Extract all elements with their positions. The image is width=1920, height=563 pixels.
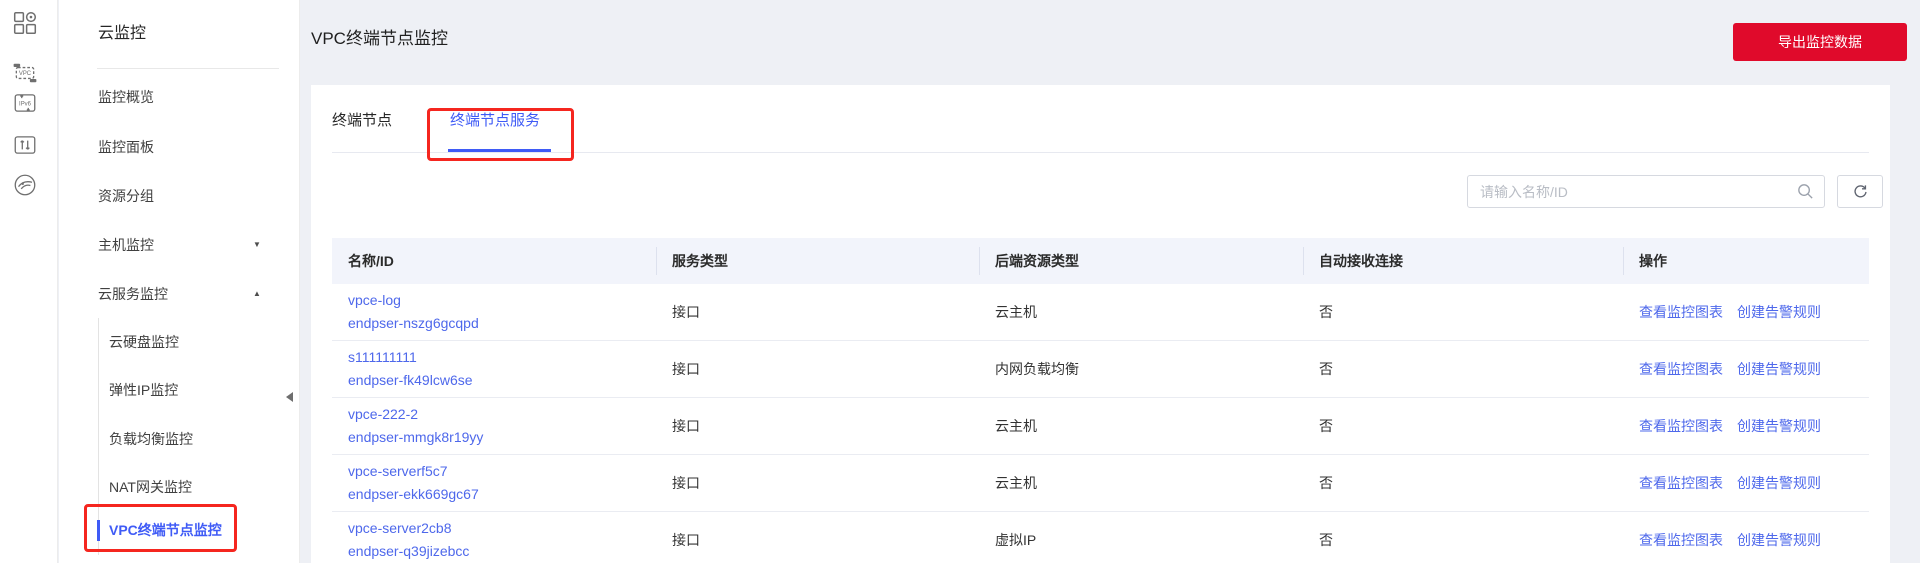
table-row: vpce-serverf5c7 endpser-ekk669gc67 接口 云主… (332, 455, 1869, 512)
actions-cell: 查看监控图表 创建告警规则 (1623, 398, 1869, 454)
sidebar-item-resource-group[interactable]: 资源分组 (98, 185, 268, 207)
view-monitoring-chart-link[interactable]: 查看监控图表 (1639, 416, 1723, 436)
table-row: s111111111 endpser-fk49lcw6se 接口 内网负载均衡 … (332, 341, 1869, 398)
create-alarm-rule-link[interactable]: 创建告警规则 (1737, 530, 1821, 550)
backend-type-cell: 云主机 (995, 475, 1037, 491)
search-input[interactable] (1467, 175, 1825, 208)
sidebar: 云监控 监控概览 监控面板 资源分组 主机监控 ▼ 云服务监控 ▲ 云硬盘监控 … (59, 0, 300, 563)
search-icon[interactable] (1796, 182, 1815, 201)
svg-text:VPC: VPC (19, 71, 32, 77)
create-alarm-rule-link[interactable]: 创建告警规则 (1737, 473, 1821, 493)
endpoint-name-link[interactable]: vpce-server2cb8 (348, 518, 452, 539)
endpoint-id-link[interactable]: endpser-ekk669gc67 (348, 484, 479, 505)
auto-accept-cell: 否 (1319, 532, 1333, 548)
search-box (1467, 175, 1825, 208)
sidebar-item-eip-monitor[interactable]: 弹性IP监控 (109, 379, 279, 401)
endpoint-name-link[interactable]: vpce-log (348, 290, 401, 311)
page-title: VPC终端节点监控 (311, 29, 448, 48)
create-alarm-rule-link[interactable]: 创建告警规则 (1737, 359, 1821, 379)
vpc-icon[interactable]: VPC (12, 60, 38, 86)
sidebar-item-cloud-service-monitor[interactable]: 云服务监控 (98, 283, 268, 305)
endpoint-name-link[interactable]: s111111111 (348, 347, 417, 368)
left-icon-rail: VPC IPv6 (0, 0, 58, 563)
actions-cell: 查看监控图表 创建告警规则 (1623, 455, 1869, 511)
refresh-button[interactable] (1837, 175, 1883, 208)
column-header-actions: 操作 (1623, 238, 1869, 284)
active-item-indicator (97, 520, 100, 541)
chevron-down-icon[interactable]: ▼ (253, 234, 261, 256)
sidebar-collapse-icon[interactable] (286, 392, 293, 402)
backend-type-cell: 内网负载均衡 (995, 361, 1079, 377)
sidebar-item-evs-monitor[interactable]: 云硬盘监控 (109, 331, 279, 353)
service-type-cell: 接口 (672, 361, 700, 377)
name-id-cell: vpce-serverf5c7 endpser-ekk669gc67 (332, 455, 656, 511)
actions-cell: 查看监控图表 创建告警规则 (1623, 284, 1869, 340)
column-header-service-type: 服务类型 (656, 238, 979, 284)
column-header-auto-accept: 自动接收连接 (1303, 238, 1623, 284)
sidebar-divider (97, 68, 279, 69)
table-row: vpce-222-2 endpser-mmgk8r19yy 接口 云主机 否 查… (332, 398, 1869, 455)
service-globe-icon[interactable] (12, 172, 38, 198)
service-type-cell: 接口 (672, 304, 700, 320)
sidebar-title: 云监控 (98, 25, 147, 42)
auto-accept-cell: 否 (1319, 475, 1333, 491)
endpoint-id-link[interactable]: endpser-q39jizebcc (348, 541, 469, 562)
view-monitoring-chart-link[interactable]: 查看监控图表 (1639, 302, 1723, 322)
name-id-cell: vpce-222-2 endpser-mmgk8r19yy (332, 398, 656, 454)
auto-accept-cell: 否 (1319, 304, 1333, 320)
view-monitoring-chart-link[interactable]: 查看监控图表 (1639, 473, 1723, 493)
service-type-cell: 接口 (672, 475, 700, 491)
tabs-divider (332, 152, 1869, 153)
auto-accept-cell: 否 (1319, 361, 1333, 377)
create-alarm-rule-link[interactable]: 创建告警规则 (1737, 416, 1821, 436)
endpoint-id-link[interactable]: endpser-mmgk8r19yy (348, 427, 483, 448)
view-monitoring-chart-link[interactable]: 查看监控图表 (1639, 530, 1723, 550)
backend-type-cell: 虚拟IP (995, 532, 1037, 548)
actions-cell: 查看监控图表 创建告警规则 (1623, 341, 1869, 397)
refresh-icon (1853, 185, 1867, 198)
sidebar-item-monitor-overview[interactable]: 监控概览 (98, 86, 268, 108)
apps-icon[interactable] (12, 10, 38, 36)
name-id-cell: vpce-log endpser-nszg6gcqpd (332, 284, 656, 340)
name-id-cell: s111111111 endpser-fk49lcw6se (332, 341, 656, 397)
ipv6-gateway-icon[interactable]: IPv6 (12, 90, 38, 116)
name-id-cell: vpce-server2cb8 endpser-q39jizebcc (332, 512, 656, 563)
endpoint-id-link[interactable]: endpser-fk49lcw6se (348, 370, 473, 391)
sidebar-item-vpc-endpoint-monitor[interactable]: VPC终端节点监控 (109, 519, 279, 541)
service-type-cell: 接口 (672, 418, 700, 434)
tab-endpoint-service[interactable]: 终端节点服务 (450, 109, 540, 133)
backend-type-cell: 云主机 (995, 304, 1037, 320)
create-alarm-rule-link[interactable]: 创建告警规则 (1737, 302, 1821, 322)
svg-text:IPv6: IPv6 (19, 102, 32, 108)
service-type-cell: 接口 (672, 532, 700, 548)
export-monitor-data-button[interactable]: 导出监控数据 (1733, 23, 1907, 61)
endpoint-service-table: 名称/ID 服务类型 后端资源类型 自动接收连接 操作 vpce-log end… (332, 238, 1869, 563)
table-header: 名称/ID 服务类型 后端资源类型 自动接收连接 操作 (332, 238, 1869, 284)
endpoint-name-link[interactable]: vpce-222-2 (348, 404, 418, 425)
auto-accept-cell: 否 (1319, 418, 1333, 434)
elastic-ip-icon[interactable] (12, 132, 38, 158)
column-header-name-id: 名称/ID (348, 253, 394, 269)
endpoint-name-link[interactable]: vpce-serverf5c7 (348, 461, 448, 482)
backend-type-cell: 云主机 (995, 418, 1037, 434)
content-card: 终端节点 终端节点服务 名称/ID 服务类型 后端资源类型 自动接收连接 操作 … (311, 85, 1890, 563)
table-row: vpce-log endpser-nszg6gcqpd 接口 云主机 否 查看监… (332, 284, 1869, 341)
table-row: vpce-server2cb8 endpser-q39jizebcc 接口 虚拟… (332, 512, 1869, 563)
column-header-backend-type: 后端资源类型 (979, 238, 1303, 284)
tab-endpoint[interactable]: 终端节点 (332, 109, 392, 133)
sidebar-item-monitor-panel[interactable]: 监控面板 (98, 136, 268, 158)
sidebar-item-host-monitor[interactable]: 主机监控 (98, 234, 268, 256)
actions-cell: 查看监控图表 创建告警规则 (1623, 512, 1869, 563)
sidebar-item-nat-monitor[interactable]: NAT网关监控 (109, 476, 279, 498)
sidebar-item-elb-monitor[interactable]: 负载均衡监控 (109, 428, 279, 450)
view-monitoring-chart-link[interactable]: 查看监控图表 (1639, 359, 1723, 379)
endpoint-id-link[interactable]: endpser-nszg6gcqpd (348, 313, 479, 334)
table-body: vpce-log endpser-nszg6gcqpd 接口 云主机 否 查看监… (332, 284, 1869, 563)
chevron-up-icon[interactable]: ▲ (253, 283, 261, 305)
